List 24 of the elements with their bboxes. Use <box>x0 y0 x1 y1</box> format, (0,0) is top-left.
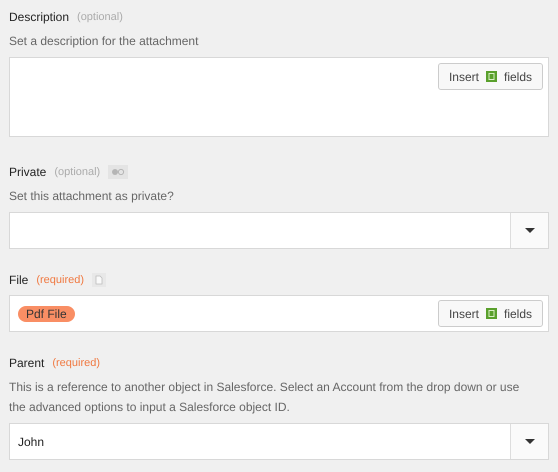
document-icon <box>486 71 497 82</box>
toggle-icon <box>108 165 128 179</box>
caret-icon <box>524 228 534 233</box>
file-token: Pdf File <box>18 306 75 322</box>
field-label: Private <box>9 165 46 179</box>
requirement-note: (optional) <box>54 166 100 178</box>
help-text: This is a reference to another object in Salesforce. Select an Account from the drop down or use the advanced options to input a Salesforce object ID. <box>9 379 520 416</box>
requirement-note: (required) <box>36 274 84 286</box>
help-text: Set this attachment as private? <box>9 188 175 205</box>
insert-fields-button[interactable]: Insert fields <box>438 63 543 90</box>
requirement-note: (optional) <box>77 11 123 23</box>
document-icon <box>486 308 497 319</box>
insert-fields-button[interactable]: Insert fields <box>438 300 543 327</box>
help-text: Set a description for the attachment <box>9 33 200 50</box>
input-field[interactable]: Pdf File Insert fields <box>9 295 549 332</box>
file-icon <box>92 273 106 287</box>
field-label: File <box>9 273 28 287</box>
field-label: Parent <box>9 356 44 370</box>
dropdown-field[interactable] <box>9 212 549 249</box>
dropdown-field[interactable]: John <box>9 423 549 460</box>
requirement-note: (required) <box>52 357 100 369</box>
text-area[interactable]: Insert fields <box>9 57 549 137</box>
caret-icon <box>524 439 534 444</box>
field-label: Description <box>9 10 70 24</box>
